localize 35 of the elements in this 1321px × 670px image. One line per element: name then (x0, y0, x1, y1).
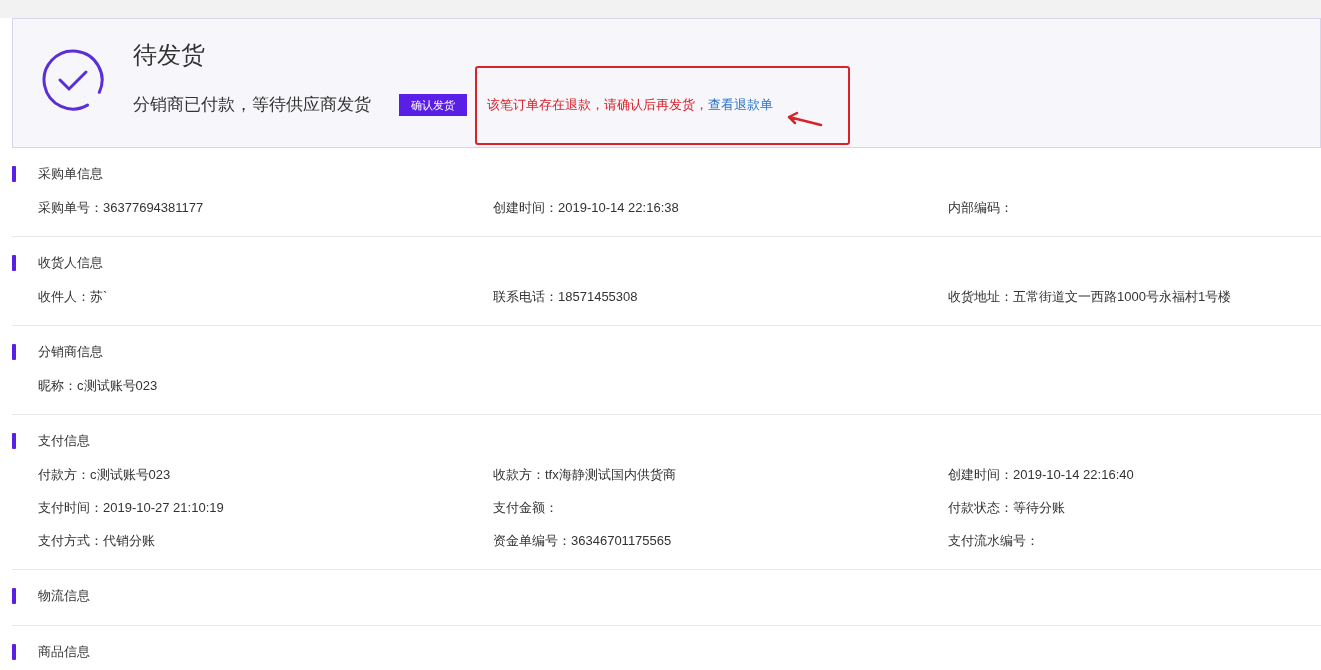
section-marker (12, 588, 16, 604)
confirm-shipment-button[interactable]: 确认发货 (399, 94, 467, 116)
info-field: 支付流水编号： (948, 530, 1321, 551)
info-field: 联系电话：18571455308 (493, 286, 948, 307)
info-field: 付款方：c测试账号023 (38, 464, 493, 485)
info-field: 收件人：苏` (38, 286, 493, 307)
annotation-arrow-icon (785, 111, 823, 129)
section-marker (12, 644, 16, 660)
status-subtitle: 分销商已付款，等待供应商发货 (133, 94, 371, 117)
info-field: 付款状态：等待分账 (948, 497, 1321, 518)
section-title: 支付信息 (38, 432, 90, 451)
section-marker (12, 166, 16, 182)
info-field: 资金单编号：36346701175565 (493, 530, 948, 551)
info-field: 收货地址：五常街道文一西路1000号永福村1号楼 (948, 286, 1321, 307)
refund-warning: 该笔订单存在退款，请确认后再发货， (487, 96, 708, 115)
section-title: 物流信息 (38, 587, 90, 606)
info-field: 支付金额： (493, 497, 948, 518)
section-title: 采购单信息 (38, 165, 103, 184)
section-title: 商品信息 (38, 643, 90, 662)
section-marker (12, 433, 16, 449)
status-title: 待发货 (133, 40, 206, 70)
section-title: 收货人信息 (38, 254, 103, 273)
section-marker (12, 255, 16, 271)
info-field: 支付时间：2019-10-27 21:10:19 (38, 497, 493, 518)
info-field: 采购单号：36377694381177 (38, 197, 493, 218)
view-refund-link[interactable]: 查看退款单 (708, 95, 773, 115)
check-circle-icon (41, 48, 105, 112)
section-marker (12, 344, 16, 360)
info-field: 收款方：tfx海静测试国内供货商 (493, 464, 948, 485)
section-title: 分销商信息 (38, 343, 103, 362)
info-field: 创建时间：2019-10-14 22:16:40 (948, 464, 1321, 485)
info-field: 创建时间：2019-10-14 22:16:38 (493, 197, 948, 218)
info-field: 内部编码： (948, 197, 1321, 218)
info-field: 支付方式：代销分账 (38, 530, 493, 551)
info-field: 昵称：c测试账号023 (38, 375, 493, 396)
